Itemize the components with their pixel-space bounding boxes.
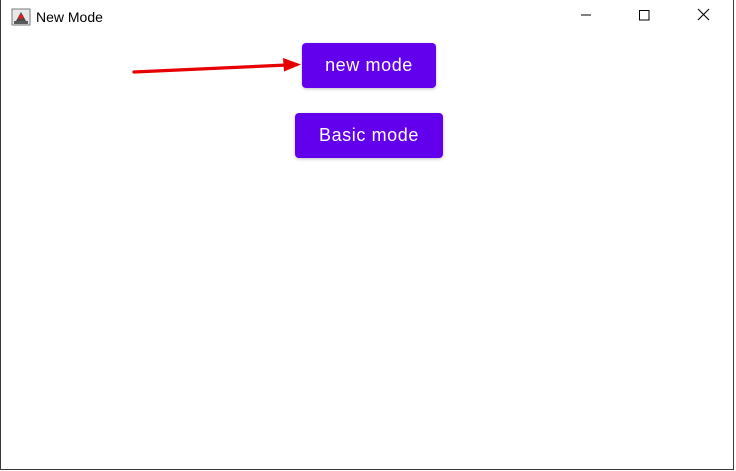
minimize-icon (580, 8, 592, 26)
maximize-button[interactable] (615, 0, 673, 34)
window-title: New Mode (36, 9, 103, 25)
red-arrow-icon (132, 58, 301, 74)
app-window: New Mode new mode Basic mode (0, 0, 734, 470)
close-button[interactable] (674, 0, 732, 34)
java-cup-icon (11, 8, 31, 26)
title-bar[interactable]: New Mode (1, 0, 733, 34)
close-icon (697, 8, 710, 26)
new-mode-button[interactable]: new mode (302, 43, 436, 88)
content-area: new mode Basic mode (1, 34, 733, 470)
maximize-icon (638, 8, 650, 26)
minimize-button[interactable] (557, 0, 615, 34)
basic-mode-button[interactable]: Basic mode (295, 113, 443, 158)
